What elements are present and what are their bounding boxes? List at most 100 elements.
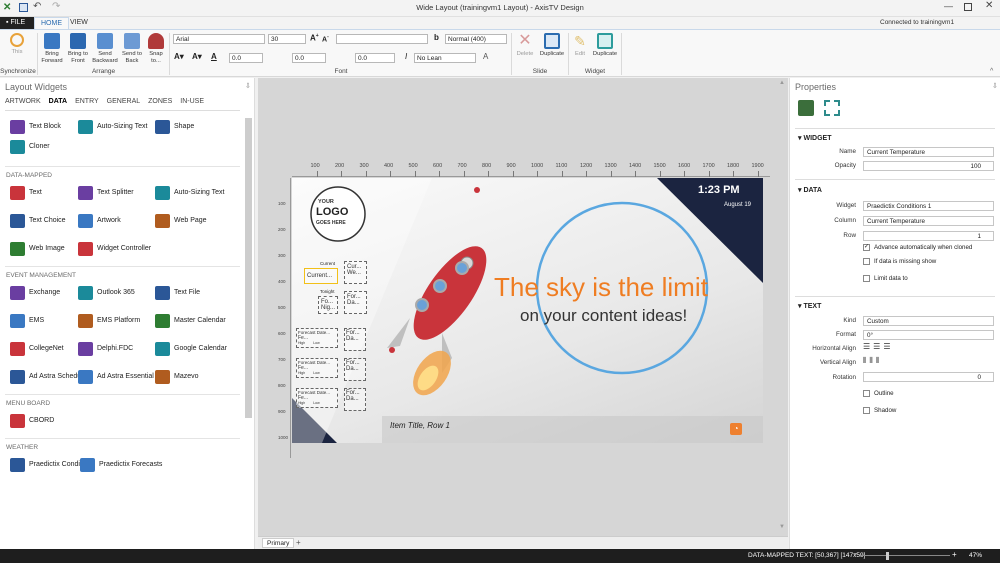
widget-text-choice[interactable]: Text Choice — [10, 214, 66, 228]
format-input[interactable]: 0° — [863, 330, 994, 340]
send-to-back-button[interactable]: Send to Back — [120, 33, 144, 64]
slide-duplicate-button[interactable]: Duplicate — [538, 33, 566, 58]
forecast-widget[interactable]: Forecast Date... Fe... High Low — [296, 388, 338, 408]
widget-widget-controller[interactable]: Widget Controller — [78, 242, 151, 256]
widget-duplicate-button[interactable]: Duplicate — [591, 33, 619, 58]
properties-tab-icon[interactable] — [798, 100, 814, 116]
vertical-scrollbar[interactable]: ▲ ▼ — [777, 78, 787, 536]
widget-master-calendar[interactable]: Master Calendar — [155, 314, 226, 328]
opacity-input[interactable]: 100 — [863, 161, 994, 171]
widget-outlook-365[interactable]: Outlook 365 — [78, 286, 135, 300]
widget-delphi-fdc[interactable]: Delphi.FDC — [78, 342, 133, 356]
layout-stage[interactable]: YOUR LOGO GOES HERE 1:23 PM August 19 Th… — [292, 178, 763, 443]
bring-forward-button[interactable]: Bring Forward — [40, 33, 64, 64]
vertical-align-buttons[interactable]: ⫴⫴⫴ — [863, 356, 882, 366]
widget-text[interactable]: Text — [10, 186, 42, 200]
widget-web-image[interactable]: Web Image — [10, 242, 65, 256]
category-tab-zones[interactable]: ZONES — [148, 98, 172, 105]
widget-ad-astra-schedule[interactable]: Ad Astra Schedule — [10, 370, 87, 384]
close-button[interactable]: ✕ — [985, 0, 993, 11]
widget-praedictix-forecasts[interactable]: Praedictix Forecasts — [80, 458, 162, 472]
widget-exchange[interactable]: Exchange — [10, 286, 60, 300]
snap-to-button[interactable]: Snap to... — [145, 33, 167, 64]
row-input[interactable]: 1 — [863, 231, 994, 241]
widget-text-file[interactable]: Text File — [155, 286, 200, 300]
widget-auto-sizing-text[interactable]: Auto-Sizing Text — [155, 186, 224, 200]
pin-icon[interactable]: ⇩ — [245, 82, 251, 90]
zoom-slider-thumb[interactable] — [886, 552, 889, 560]
font-family-select[interactable]: Arial — [173, 34, 265, 44]
rotation-input[interactable]: 0 — [863, 372, 994, 382]
collapse-ribbon-icon[interactable]: ^ — [990, 68, 993, 75]
char-spacing-field[interactable]: 0.0 — [292, 53, 326, 63]
line-spacing-field[interactable]: 0.0 — [229, 53, 263, 63]
clock-time[interactable]: 1:23 PM — [698, 184, 740, 196]
maximize-button[interactable] — [964, 3, 972, 11]
widget-ems[interactable]: EMS — [10, 314, 44, 328]
headline-text[interactable]: The sky is the limit — [494, 272, 708, 303]
widget-select[interactable]: Praedictix Conditions 1 — [863, 201, 994, 211]
grow-font-icon[interactable]: A+ — [310, 33, 319, 43]
forecast-widget[interactable]: For... Da... — [344, 388, 366, 411]
widget-auto-sizing-text[interactable]: Auto-Sizing Text — [78, 120, 147, 134]
zoom-slider[interactable] — [860, 555, 950, 556]
widget-cbord[interactable]: CBORD — [10, 414, 54, 428]
forecast-widget[interactable]: For... Da... — [344, 358, 366, 381]
font-color-select[interactable] — [336, 34, 428, 44]
horizontal-align-buttons[interactable]: ☰☰☰ — [863, 342, 894, 351]
shrink-font-icon[interactable]: A- — [322, 34, 329, 43]
minimize-button[interactable]: — — [944, 1, 953, 11]
tonight-widget[interactable]: Fo... Nig... — [318, 296, 338, 314]
bold-icon[interactable]: b — [434, 33, 439, 42]
zoom-in-icon[interactable]: + — [952, 550, 957, 559]
forecast-widget[interactable]: Forecast Date... Fe... High Low — [296, 358, 338, 378]
missing-checkbox[interactable] — [863, 258, 870, 265]
font-size-select[interactable]: 30 — [268, 34, 306, 44]
category-tab-data[interactable]: DATA — [49, 98, 67, 105]
ticker-text[interactable]: Item Title, Row 1 — [390, 421, 450, 430]
slide-delete-button[interactable]: ✕ Delete — [514, 33, 536, 58]
lean-select[interactable]: No Lean — [414, 53, 476, 63]
advance-checkbox[interactable]: ✓ — [863, 244, 870, 251]
indent-field[interactable]: 0.0 — [355, 53, 395, 63]
scrollbar-thumb[interactable] — [245, 118, 252, 418]
name-input[interactable]: Current Temperature — [863, 147, 994, 157]
kind-select[interactable]: Custom — [863, 316, 994, 326]
widget-google-calendar[interactable]: Google Calendar — [155, 342, 227, 356]
layout-tab-icon[interactable] — [824, 100, 840, 116]
tab-file[interactable]: ▪ FILE — [0, 17, 34, 29]
subline-text[interactable]: on your content ideas! — [520, 306, 687, 326]
widget-edit-button[interactable]: ✎ Edit — [571, 33, 589, 58]
widget-shape[interactable]: Shape — [155, 120, 194, 134]
widget-cloner[interactable]: Cloner — [10, 140, 50, 154]
category-tab-general[interactable]: GENERAL — [107, 98, 140, 105]
send-backward-button[interactable]: Send Backward — [92, 33, 118, 64]
font-weight-select[interactable]: Normal (400) — [445, 34, 507, 44]
underline-icon[interactable]: A — [211, 52, 217, 61]
current-temperature-widget[interactable]: Current... — [304, 268, 338, 284]
tab-primary[interactable]: Primary — [262, 538, 295, 548]
clear-format-icon[interactable]: A — [483, 52, 488, 61]
italic-icon[interactable]: I — [405, 52, 407, 61]
font-color-icon[interactable]: A▾ — [174, 52, 184, 61]
forecast-widget[interactable]: Forecast Date... Fe... High Low — [296, 328, 338, 348]
category-tab-entry[interactable]: ENTRY — [75, 98, 99, 105]
widget-ems-platform[interactable]: EMS Platform — [78, 314, 140, 328]
widget-text-block[interactable]: Text Block — [10, 120, 61, 134]
highlight-icon[interactable]: A▾ — [192, 52, 202, 61]
widget-web-page[interactable]: Web Page — [155, 214, 207, 228]
current-weather-widget[interactable]: Cur... We... — [344, 261, 367, 284]
category-tab-in-use[interactable]: IN-USE — [180, 98, 204, 105]
sync-this-button[interactable]: This — [6, 33, 28, 56]
widget-artwork[interactable]: Artwork — [78, 214, 121, 228]
tonight-forecast-widget[interactable]: For... Da... — [344, 291, 367, 314]
widget-text-splitter[interactable]: Text Splitter — [78, 186, 134, 200]
outline-checkbox[interactable] — [863, 390, 870, 397]
category-tab-artwork[interactable]: ARTWORK — [5, 98, 41, 105]
clock-date[interactable]: August 19 — [724, 202, 751, 208]
column-select[interactable]: Current Temperature — [863, 216, 994, 226]
zoom-out-icon[interactable]: − — [853, 551, 857, 558]
widget-ad-astra-essential[interactable]: Ad Astra Essential — [78, 370, 154, 384]
add-tab-button[interactable]: + — [296, 538, 301, 547]
tab-view[interactable]: VIEW — [64, 17, 94, 29]
